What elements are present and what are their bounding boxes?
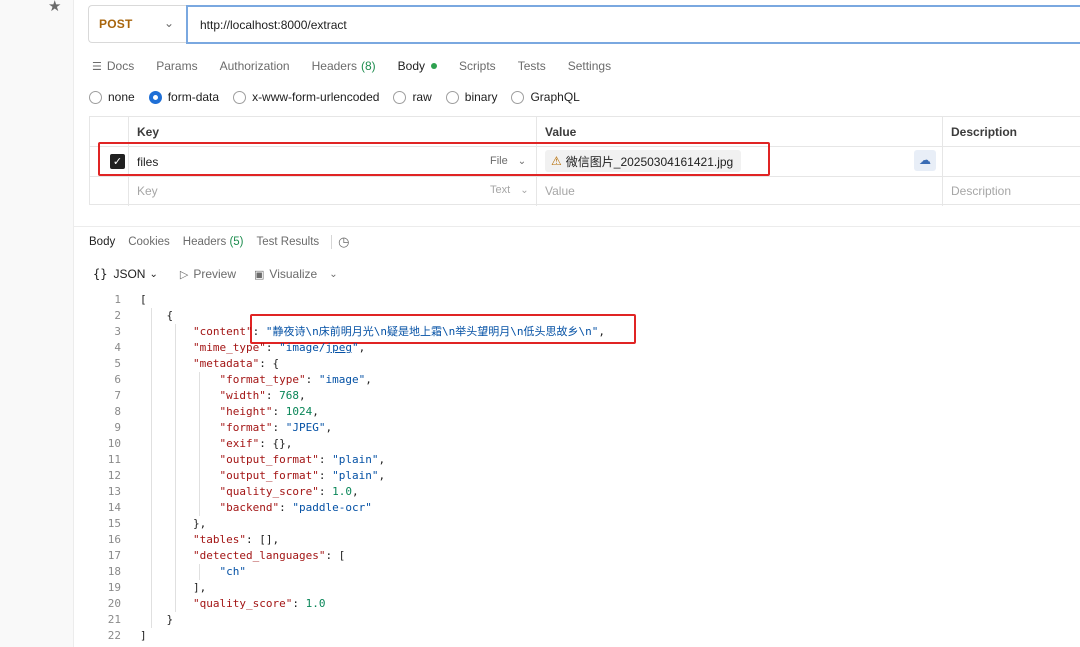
tab-docs[interactable]: ☰ Docs — [92, 59, 134, 73]
left-sidebar-strip: ★ — [0, 0, 74, 647]
tab-authorization[interactable]: Authorization — [220, 59, 290, 73]
tab-separator — [331, 235, 333, 249]
column-header-value: Value — [545, 125, 577, 139]
key-input[interactable]: files — [137, 155, 158, 169]
tab-headers[interactable]: Headers (8) — [312, 59, 376, 73]
table-row-empty: Key Text ⌄ Value Description — [90, 177, 1080, 206]
visualize-button[interactable]: ▣ Visualize — [254, 267, 317, 281]
braces-icon: {} — [93, 267, 108, 281]
chevron-down-icon[interactable]: ⌄ — [329, 269, 337, 280]
cloud-upload-icon[interactable]: ☁ — [914, 150, 936, 171]
section-divider — [74, 226, 1080, 227]
key-placeholder[interactable]: Key — [137, 184, 158, 198]
radio-circle[interactable] — [89, 90, 102, 104]
method-label: POST — [99, 17, 133, 31]
image-icon: ▣ — [254, 267, 265, 281]
form-data-table: Key Value Description ✓ files File ⌄ ⚠ 微… — [89, 116, 1080, 206]
radio-circle[interactable] — [511, 90, 525, 104]
chevron-down-icon: ⌄ — [520, 184, 529, 196]
radio-circle[interactable] — [233, 90, 247, 104]
tab-params[interactable]: Params — [156, 59, 197, 73]
star-icon[interactable]: ★ — [48, 0, 61, 15]
radio-none[interactable]: none — [89, 90, 135, 104]
file-name: 微信图片_20250304161421.jpg — [565, 154, 734, 169]
radio-circle[interactable] — [445, 90, 459, 104]
request-tabs: ☰ Docs Params Authorization Headers (8) … — [92, 58, 611, 74]
history-icon[interactable]: ◷ — [338, 235, 349, 250]
tab-tests[interactable]: Tests — [518, 59, 546, 73]
response-tabs: Body Cookies Headers (5) Test Results ◷ — [89, 235, 350, 250]
radio-raw[interactable]: raw — [393, 90, 432, 104]
column-header-description: Description — [951, 125, 1018, 139]
url-input[interactable]: http://localhost:8000/extract — [186, 5, 1080, 44]
type-select[interactable]: Text ⌄ — [490, 184, 529, 196]
radio-circle[interactable] — [393, 90, 407, 104]
radio-circle-selected[interactable] — [148, 90, 162, 104]
headers-count: (8) — [360, 59, 376, 73]
type-select[interactable]: File ⌄ — [490, 155, 526, 167]
table-row: ✓ files File ⌄ ⚠ 微信图片_20250304161421.jpg… — [90, 147, 1080, 177]
format-select[interactable]: {} JSON ⌄ — [89, 267, 162, 281]
value-placeholder[interactable]: Value — [545, 184, 575, 198]
res-tab-headers[interactable]: Headers (5) — [183, 236, 244, 248]
chevron-down-icon: ⌄ — [517, 155, 527, 167]
response-body-code[interactable]: 1[ 2 { 3 "content": "静夜诗\n床前明月光\n疑是地上霜\n… — [89, 292, 1080, 647]
row-enabled-checkbox[interactable]: ✓ — [110, 154, 125, 169]
body-active-dot — [431, 63, 437, 69]
docs-icon: ☰ — [92, 59, 102, 73]
body-type-options: none form-data x-www-form-urlencoded raw… — [89, 90, 594, 104]
file-chip[interactable]: ⚠ 微信图片_20250304161421.jpg — [545, 150, 742, 172]
warning-icon: ⚠ — [551, 154, 562, 168]
tab-settings[interactable]: Settings — [568, 59, 611, 73]
radio-form-data[interactable]: form-data — [148, 90, 219, 104]
url-text: http://localhost:8000/extract — [200, 17, 347, 32]
chevron-down-icon: ⌄ — [163, 16, 174, 30]
radio-x-www-form-urlencoded[interactable]: x-www-form-urlencoded — [233, 90, 379, 104]
tab-body[interactable]: Body — [398, 59, 437, 73]
response-toolbar: {} JSON ⌄ ▷ Preview ▣ Visualize ⌄ — [89, 265, 338, 283]
description-placeholder[interactable]: Description — [951, 184, 1011, 198]
chevron-down-icon: ⌄ — [149, 268, 158, 280]
radio-graphql[interactable]: GraphQL — [511, 90, 580, 104]
res-tab-body[interactable]: Body — [89, 236, 115, 248]
radio-binary[interactable]: binary — [445, 90, 497, 104]
table-header-row: Key Value Description — [90, 117, 1080, 147]
preview-button[interactable]: ▷ Preview — [180, 267, 236, 281]
res-tab-cookies[interactable]: Cookies — [128, 236, 170, 248]
res-headers-count: (5) — [229, 236, 244, 248]
column-header-key: Key — [137, 125, 160, 139]
method-select[interactable]: POST ⌄ — [88, 5, 186, 43]
res-tab-test-results[interactable]: Test Results — [257, 236, 320, 248]
play-icon: ▷ — [179, 267, 189, 281]
tab-scripts[interactable]: Scripts — [459, 59, 496, 73]
